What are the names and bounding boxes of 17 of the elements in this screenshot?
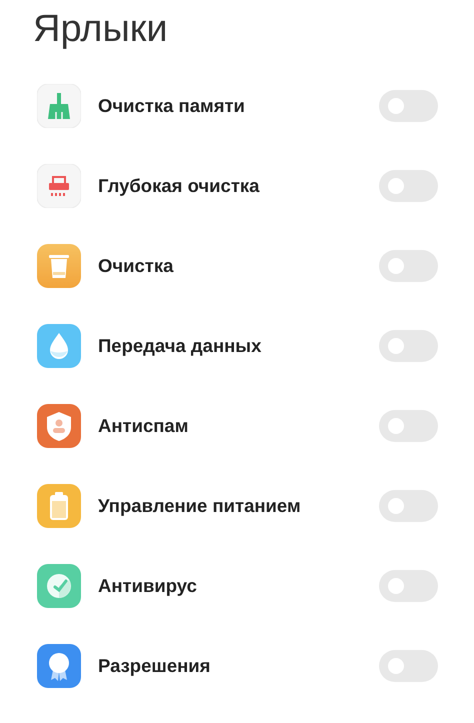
page-title: Ярлыки xyxy=(33,7,169,52)
shortcut-label: Очистка памяти xyxy=(98,94,246,118)
shortcut-label: Передача данных xyxy=(98,334,262,358)
shortcut-label: Разрешения xyxy=(98,654,212,678)
water-drop-icon xyxy=(37,324,81,368)
shield-icon xyxy=(37,404,81,448)
trash-icon xyxy=(37,244,81,288)
shortcut-label: Антивирус xyxy=(98,574,198,598)
shortcut-label: Управление питанием xyxy=(98,494,302,518)
broom-icon xyxy=(37,84,81,128)
shield-check-icon xyxy=(37,564,81,608)
shredder-icon xyxy=(37,164,81,208)
award-icon xyxy=(37,644,81,688)
shortcut-label: Глубокая очистка xyxy=(98,174,260,198)
battery-icon xyxy=(37,484,81,528)
shortcut-label: Антиспам xyxy=(98,414,190,438)
shortcut-label: Очистка xyxy=(98,254,174,278)
